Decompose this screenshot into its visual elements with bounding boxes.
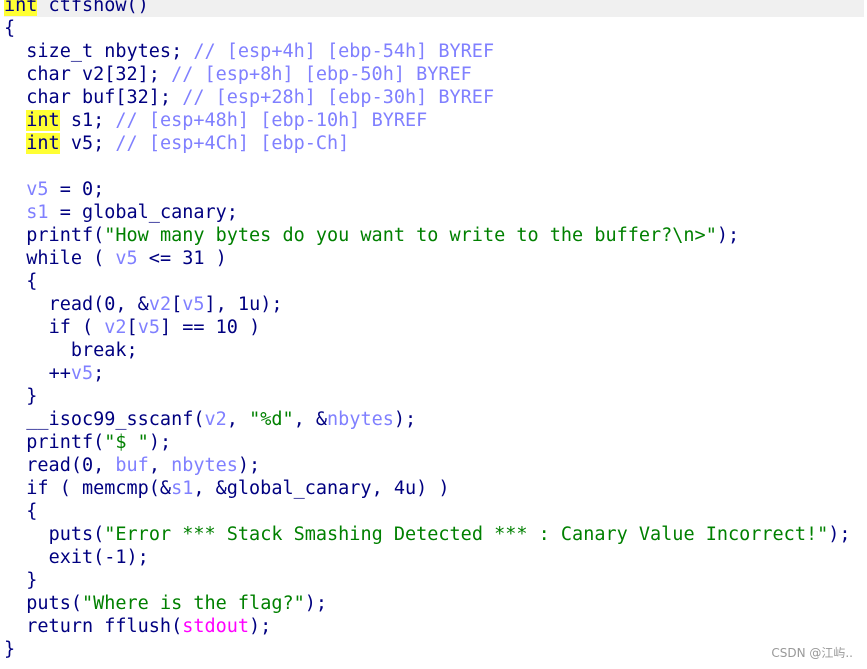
keyword-highlight: int: [4, 0, 38, 16]
code-line-exit[interactable]: exit(-1);: [4, 546, 864, 569]
code-line-printf-prompt[interactable]: printf("How many bytes do you want to wr…: [4, 224, 864, 247]
code-line-sscanf[interactable]: __isoc99_sscanf(v2, "%d", &nbytes);: [4, 408, 864, 431]
code-line-read-buf[interactable]: read(0, buf, nbytes);: [4, 454, 864, 477]
string-literal: "%d": [249, 409, 294, 430]
code-line-puts-flag[interactable]: puts("Where is the flag?");: [4, 592, 864, 615]
string-literal: "How many bytes do you want to write to …: [104, 225, 717, 246]
code-line-decl-s1[interactable]: int s1; // [esp+48h] [ebp-10h] BYREF: [4, 109, 864, 132]
code-line-decl-nbytes[interactable]: size_t nbytes; // [esp+4h] [ebp-54h] BYR…: [4, 40, 864, 63]
code-line-if-memcmp[interactable]: if ( memcmp(&s1, &global_canary, 4u) ): [4, 477, 864, 500]
code-comment: // [esp+4Ch] [ebp-Ch]: [115, 133, 350, 154]
code-line-read-v2[interactable]: read(0, &v2[v5], 1u);: [4, 293, 864, 316]
code-line-function-signature[interactable]: int ctfshow(): [4, 0, 864, 17]
keyword-highlight: int: [26, 110, 60, 131]
string-literal: "Error *** Stack Smashing Detected *** :…: [104, 524, 829, 545]
code-line-printf-dollar[interactable]: printf("$ ");: [4, 431, 864, 454]
function-name: ctfshow(): [37, 0, 149, 16]
code-line-if-newline[interactable]: if ( v2[v5] == 10 ): [4, 316, 864, 339]
code-line-increment-v5[interactable]: ++v5;: [4, 362, 864, 385]
string-literal: "$ ": [104, 432, 149, 453]
code-line-open-brace[interactable]: {: [4, 17, 864, 40]
code-comment: // [esp+8h] [ebp-50h] BYREF: [171, 64, 472, 85]
code-line-v5-init[interactable]: v5 = 0;: [4, 178, 864, 201]
code-line-decl-v2[interactable]: char v2[32]; // [esp+8h] [ebp-50h] BYREF: [4, 63, 864, 86]
code-line-open-brace-if[interactable]: {: [4, 500, 864, 523]
decompiler-code-view[interactable]: int ctfshow() { size_t nbytes; // [esp+4…: [4, 0, 864, 661]
code-line-while[interactable]: while ( v5 <= 31 ): [4, 247, 864, 270]
code-line-open-brace-while[interactable]: {: [4, 270, 864, 293]
string-literal: "Where is the flag?": [81, 593, 305, 614]
code-line-puts-error[interactable]: puts("Error *** Stack Smashing Detected …: [4, 523, 864, 546]
code-line-return[interactable]: return fflush(stdout);: [4, 615, 864, 638]
code-comment: // [esp+48h] [ebp-10h] BYREF: [115, 110, 428, 131]
code-line-close-brace-if[interactable]: }: [4, 569, 864, 592]
code-line-decl-buf[interactable]: char buf[32]; // [esp+28h] [ebp-30h] BYR…: [4, 86, 864, 109]
keyword-highlight: int: [26, 133, 60, 154]
code-line-decl-v5[interactable]: int v5; // [esp+4Ch] [ebp-Ch]: [4, 132, 864, 155]
code-line-break[interactable]: break;: [4, 339, 864, 362]
code-comment: // [esp+4h] [ebp-54h] BYREF: [193, 41, 495, 62]
code-line-close-brace[interactable]: }: [4, 638, 864, 661]
code-comment: // [esp+28h] [ebp-30h] BYREF: [182, 87, 495, 108]
watermark: CSDN @江屿..: [771, 646, 853, 660]
code-line-close-brace-while[interactable]: }: [4, 385, 864, 408]
code-line-s1-assign[interactable]: s1 = global_canary;: [4, 201, 864, 224]
